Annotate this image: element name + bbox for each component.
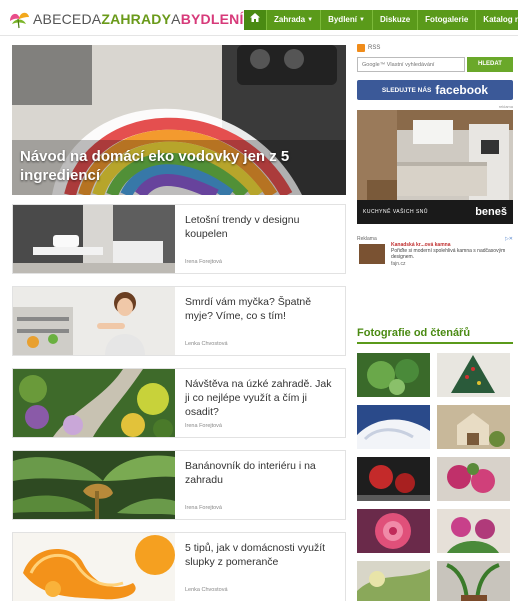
nav-item-zahrada[interactable]: Zahrada ▼: [266, 10, 320, 30]
article-card[interactable]: 5 tipů, jak v domácnosti využít slupky z…: [12, 532, 346, 601]
nav-item-diskuze[interactable]: Diskuze: [371, 10, 417, 30]
article-title[interactable]: Banánovník do interiéru i na zahradu: [185, 459, 339, 487]
nav-item-katalog[interactable]: Katalog rostlin: [475, 10, 518, 30]
article-title[interactable]: Letošní trendy v designu koupelen: [185, 213, 339, 241]
reader-photo[interactable]: [357, 509, 430, 553]
reader-photo[interactable]: [437, 457, 510, 501]
nav-item-label: Katalog rostlin: [483, 15, 518, 24]
kitchen-ad-bar: KUCHYNĚ VAŠICH SNŮ beneš: [357, 200, 513, 224]
reader-photo[interactable]: [357, 353, 430, 397]
text-ad-label: Reklama: [357, 236, 377, 242]
chevron-down-icon: ▼: [358, 17, 365, 23]
nav-item-label: Fotogalerie: [425, 15, 469, 24]
article-title[interactable]: 5 tipů, jak v domácnosti využít slupky z…: [185, 541, 339, 569]
nav-item-label: Diskuze: [379, 15, 411, 24]
site-header: ABECEDAZAHRADYABYDLENÍ Zahrada ▼ Bydlení ▼…: [0, 0, 518, 36]
rss-label: RSS: [368, 45, 381, 51]
article-card[interactable]: Banánovník do interiéru i na zahradu Ire…: [12, 450, 346, 520]
hero-article[interactable]: Návod na domácí eko vodovky jen z 5 ingr…: [12, 45, 346, 195]
rss-link[interactable]: RSS: [357, 44, 380, 52]
ad-tag: reklama: [498, 104, 513, 109]
article-card[interactable]: Návštěva na úzké zahradě. Jak ji co nejl…: [12, 368, 346, 438]
reader-photo[interactable]: [357, 561, 430, 601]
reader-photo[interactable]: [437, 509, 510, 553]
site-logo[interactable]: ABECEDAZAHRADYABYDLENÍ: [8, 8, 244, 30]
adchoices-icon[interactable]: ▷✕: [505, 236, 513, 242]
rss-icon: [357, 44, 365, 52]
article-author: Irena Forejtová: [185, 423, 222, 429]
article-card[interactable]: Letošní trendy v designu koupelen Irena …: [12, 204, 346, 274]
reader-photo[interactable]: [357, 457, 430, 501]
logo-text-part4: BYDLENÍ: [180, 11, 244, 27]
article-thumbnail[interactable]: [13, 369, 175, 437]
reader-photo[interactable]: [437, 353, 510, 397]
search-input[interactable]: [357, 57, 465, 72]
search-button[interactable]: HLEDAT: [467, 57, 513, 72]
article-thumbnail[interactable]: [13, 533, 175, 601]
nav-item-bydleni[interactable]: Bydlení ▼: [320, 10, 372, 30]
kitchen-ad-banner[interactable]: KUCHYNĚ VAŠICH SNŮ beneš: [357, 110, 513, 224]
reader-photo[interactable]: [437, 561, 510, 601]
kitchen-ad-slogan: KUCHYNĚ VAŠICH SNŮ: [363, 209, 429, 215]
article-thumbnail[interactable]: [13, 287, 175, 355]
logo-text-part1: ABECEDA: [33, 11, 102, 27]
article-card[interactable]: Smrdí vám myčka? Špatně myje? Víme, co s…: [12, 286, 346, 356]
kitchen-ad-brand: beneš: [475, 206, 507, 218]
nav-item-fotogalerie[interactable]: Fotogalerie: [417, 10, 475, 30]
article-title[interactable]: Smrdí vám myčka? Špatně myje? Víme, co s…: [185, 295, 339, 323]
text-ad-url[interactable]: fajn.cz: [391, 261, 405, 267]
article-author: Lenka Chvostová: [185, 587, 228, 593]
article-thumbnail[interactable]: [13, 205, 175, 273]
reader-photo[interactable]: [357, 405, 430, 449]
article-author: Irena Forejtová: [185, 259, 222, 265]
article-author: Irena Forejtová: [185, 505, 222, 511]
reader-photo[interactable]: [437, 405, 510, 449]
logo-text-part2: ZAHRADY: [101, 11, 172, 27]
nav-item-label: Bydlení: [328, 15, 357, 24]
home-nav-button[interactable]: [244, 10, 266, 30]
hero-title[interactable]: Návod na domácí eko vodovky jen z 5 ingr…: [20, 147, 326, 185]
facebook-follow-label: SLEDUJTE NÁS: [381, 86, 432, 94]
search-box: HLEDAT: [357, 57, 513, 72]
text-ad-image[interactable]: [359, 244, 385, 264]
chevron-down-icon: ▼: [307, 17, 314, 23]
home-icon: [250, 10, 260, 30]
reader-photos-heading: Fotografie od čtenářů: [357, 327, 513, 344]
main-nav: Zahrada ▼ Bydlení ▼ Diskuze Fotogalerie Ka…: [244, 10, 518, 30]
article-title[interactable]: Návštěva na úzké zahradě. Jak ji co nejl…: [185, 377, 339, 419]
facebook-follow-button[interactable]: SLEDUJTE NÁS facebook: [357, 80, 513, 100]
text-ad[interactable]: Reklama ▷✕ Kanadská kr...ová kamna Pořiď…: [357, 236, 513, 272]
text-ad-description: Pořiďte si moderní spolehlivá kamna s na…: [391, 248, 506, 260]
facebook-wordmark: facebook: [435, 83, 489, 97]
leaf-logo-icon: [8, 9, 30, 29]
article-author: Lenka Chvostová: [185, 341, 228, 347]
article-thumbnail[interactable]: [13, 451, 175, 519]
nav-item-label: Zahrada: [274, 15, 306, 24]
logo-text-part3: A: [171, 11, 181, 27]
